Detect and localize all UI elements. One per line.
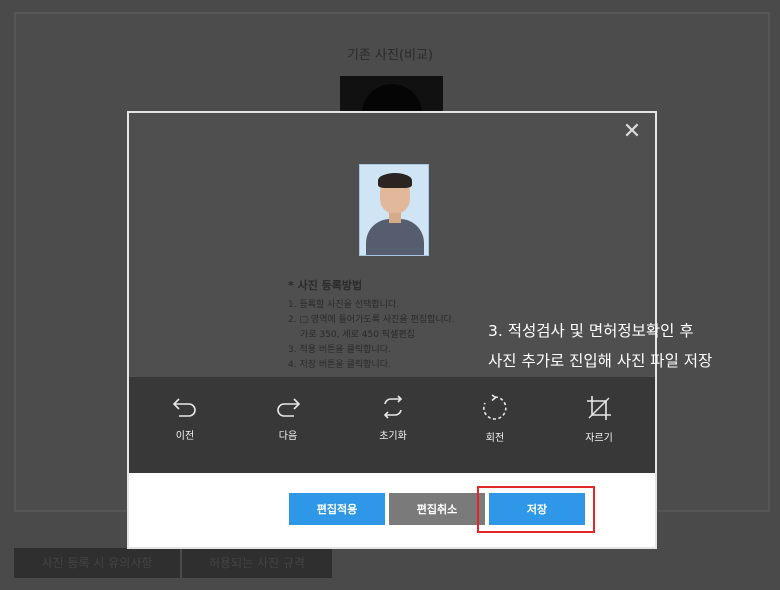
redo-button[interactable]: 다음 <box>258 393 318 442</box>
close-icon[interactable]: ✕ <box>621 121 643 143</box>
tutorial-annotation: 3. 적성검사 및 면허정보확인 후 사진 추가로 진입해 사진 파일 저장 <box>488 316 712 376</box>
guide-step-2-size: 가로 350, 세로 450 픽셀편집 <box>300 330 415 340</box>
tab-photo-notes[interactable]: 사진 등록 시 유의사항 <box>14 548 180 578</box>
crop-icon <box>587 396 611 420</box>
undo-label: 이전 <box>175 431 195 442</box>
reset-icon <box>383 395 403 419</box>
guide-step-2: 2. □ 영역에 들어가도록 사진을 편집합니다. <box>288 315 455 325</box>
undo-icon <box>172 398 196 417</box>
crop-label: 자르기 <box>585 433 613 444</box>
guide-title: * 사진 등록방법 <box>288 279 363 292</box>
redo-icon <box>277 398 301 417</box>
registration-guide: * 사진 등록방법 1. 등록할 사진을 선택합니다. 2. □ 영역에 들어가… <box>288 277 455 373</box>
apply-edit-button[interactable]: 편집적용 <box>289 493 385 525</box>
redo-label: 다음 <box>278 431 298 442</box>
reset-button[interactable]: 초기화 <box>363 393 423 442</box>
rotate-label: 회전 <box>485 433 505 444</box>
annotation-line-1: 3. 적성검사 및 면허정보확인 후 <box>488 322 694 340</box>
annotation-line-2: 사진 추가로 진입해 사진 파일 저장 <box>488 352 713 370</box>
crop-button[interactable]: 자르기 <box>569 393 629 444</box>
edit-toolbar: 이전 다음 초기화 회전 자르기 <box>129 377 655 473</box>
tab-photo-specs[interactable]: 허용되는 사진 규격 <box>182 548 332 578</box>
undo-button[interactable]: 이전 <box>155 393 215 442</box>
guide-step-4: 4. 저장 버튼을 클릭합니다. <box>288 360 391 370</box>
cancel-edit-button[interactable]: 편집취소 <box>389 493 485 525</box>
guide-step-3: 3. 적용 버튼을 클릭합니다. <box>288 345 391 355</box>
existing-photo-title: 기존 사진(비교) <box>346 48 434 63</box>
existing-photo <box>340 76 443 114</box>
guide-step-1: 1. 등록할 사진을 선택합니다. <box>288 300 400 310</box>
rotate-icon <box>483 394 507 420</box>
rotate-button[interactable]: 회전 <box>465 393 525 444</box>
save-button-highlight <box>477 486 595 533</box>
photo-preview <box>359 164 429 256</box>
reset-label: 초기화 <box>379 431 407 442</box>
